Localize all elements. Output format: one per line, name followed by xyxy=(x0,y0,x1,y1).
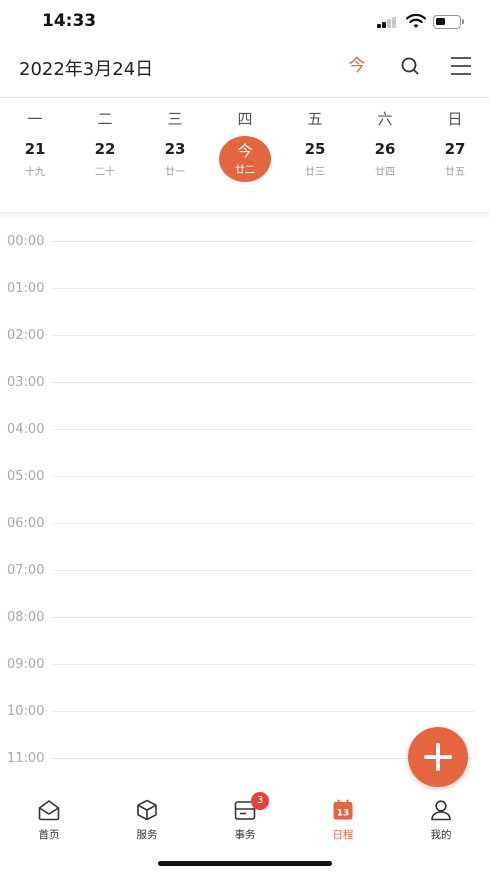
hour-label: 03:00 xyxy=(7,375,45,390)
hour-divider xyxy=(52,711,475,712)
hour-divider xyxy=(52,570,475,571)
wifi-icon xyxy=(406,13,426,28)
hour-label: 07:00 xyxy=(7,563,45,578)
day-lunar: 二十 xyxy=(95,167,115,178)
signal-icon xyxy=(377,16,401,28)
notification-badge: 3 xyxy=(251,792,269,810)
weekday-label: 二 xyxy=(97,110,113,128)
day-lunar: 十九 xyxy=(25,167,45,178)
hour-divider xyxy=(52,476,475,477)
hour-label: 05:00 xyxy=(7,469,45,484)
day-cell[interactable]: 26 廿四 xyxy=(350,132,420,184)
day-cell[interactable]: 23 廿一 xyxy=(140,132,210,184)
day-number: 22 xyxy=(94,140,116,158)
weekday-label: 五 xyxy=(307,110,323,128)
day-cell[interactable]: 25 廿三 xyxy=(280,132,350,184)
hour-label: 01:00 xyxy=(7,281,45,296)
weekday-label: 六 xyxy=(377,110,393,128)
hour-label: 11:00 xyxy=(7,751,45,766)
tab-affairs[interactable]: 3 事务 xyxy=(196,792,294,844)
today-button[interactable]: 今 xyxy=(343,53,371,79)
day-lunar: 廿五 xyxy=(445,167,465,178)
tab-bar: 首页 服务 3 事务 13 日程 我的 xyxy=(0,792,490,852)
hour-divider xyxy=(52,382,475,383)
hour-row[interactable]: 01:00 xyxy=(0,268,490,315)
day-cell[interactable]: 21 十九 xyxy=(0,132,70,184)
hour-divider xyxy=(52,523,475,524)
day-cell-today[interactable]: 今 廿二 xyxy=(210,132,280,184)
hour-divider xyxy=(52,429,475,430)
day-number: 23 xyxy=(164,140,186,158)
hour-row[interactable]: 04:00 xyxy=(0,409,490,456)
add-event-button[interactable] xyxy=(408,727,468,787)
user-icon xyxy=(431,800,451,821)
home-icon xyxy=(38,800,60,821)
hour-label: 04:00 xyxy=(7,422,45,437)
day-lunar: 廿三 xyxy=(305,167,325,178)
tab-schedule[interactable]: 13 日程 xyxy=(294,796,392,844)
tab-home[interactable]: 首页 xyxy=(0,796,98,844)
hour-row[interactable]: 00:00 xyxy=(0,221,490,268)
day-number: 今 xyxy=(237,142,253,160)
tab-service[interactable]: 服务 xyxy=(98,796,196,844)
tab-label: 服务 xyxy=(136,829,158,841)
hour-divider xyxy=(52,664,475,665)
hour-row[interactable]: 08:00 xyxy=(0,597,490,644)
hour-label: 09:00 xyxy=(7,657,45,672)
weekday-label: 四 xyxy=(237,110,253,128)
menu-icon[interactable] xyxy=(447,52,475,80)
hour-row[interactable]: 03:00 xyxy=(0,362,490,409)
hour-label: 06:00 xyxy=(7,516,45,531)
day-number: 26 xyxy=(374,140,396,158)
week-strip: 一 二 三 四 五 六 日 21 十九 22 二十 23 廿一 今 廿二 25 … xyxy=(0,98,490,216)
cube-icon xyxy=(137,799,157,821)
hour-label: 10:00 xyxy=(7,704,45,719)
hour-row[interactable]: 07:00 xyxy=(0,550,490,597)
hour-label: 02:00 xyxy=(7,328,45,343)
hour-label: 08:00 xyxy=(7,610,45,625)
header-date: 2022年3月24日 xyxy=(19,59,154,80)
day-cell[interactable]: 27 廿五 xyxy=(420,132,490,184)
hour-row[interactable]: 10:00 xyxy=(0,691,490,738)
day-lunar: 廿二 xyxy=(235,165,255,176)
home-indicator xyxy=(158,861,332,866)
day-number: 27 xyxy=(444,140,466,158)
tab-mine[interactable]: 我的 xyxy=(392,796,490,844)
hour-divider xyxy=(52,288,475,289)
calendar-icon: 13 xyxy=(333,799,353,820)
weekday-label: 日 xyxy=(447,110,463,128)
status-time: 14:33 xyxy=(42,11,97,31)
weekday-label: 三 xyxy=(167,110,183,128)
svg-text:13: 13 xyxy=(337,809,350,819)
battery-icon xyxy=(433,15,461,29)
hour-row[interactable]: 02:00 xyxy=(0,315,490,362)
header: 2022年3月24日 今 xyxy=(0,44,490,92)
day-cell[interactable]: 22 二十 xyxy=(70,132,140,184)
day-number: 21 xyxy=(24,140,46,158)
hour-divider xyxy=(52,241,475,242)
weekday-label: 一 xyxy=(27,110,43,128)
hour-row[interactable]: 06:00 xyxy=(0,503,490,550)
week-strip-shadow xyxy=(0,212,490,220)
tab-label: 我的 xyxy=(430,829,452,841)
timeline[interactable]: 00:00 01:00 02:00 03:00 04:00 05:00 06:0… xyxy=(0,221,490,781)
search-icon[interactable] xyxy=(396,52,424,80)
day-lunar: 廿四 xyxy=(375,167,395,178)
day-number: 25 xyxy=(304,140,326,158)
hour-divider xyxy=(52,335,475,336)
hour-label: 00:00 xyxy=(7,234,45,249)
tab-label: 首页 xyxy=(38,829,60,841)
day-lunar: 廿一 xyxy=(165,167,185,178)
hour-row[interactable]: 09:00 xyxy=(0,644,490,691)
hour-divider xyxy=(52,617,475,618)
tab-label: 日程 xyxy=(332,829,354,841)
hour-row[interactable]: 05:00 xyxy=(0,456,490,503)
status-bar: 14:33 xyxy=(0,0,490,44)
tab-label: 事务 xyxy=(234,829,256,841)
